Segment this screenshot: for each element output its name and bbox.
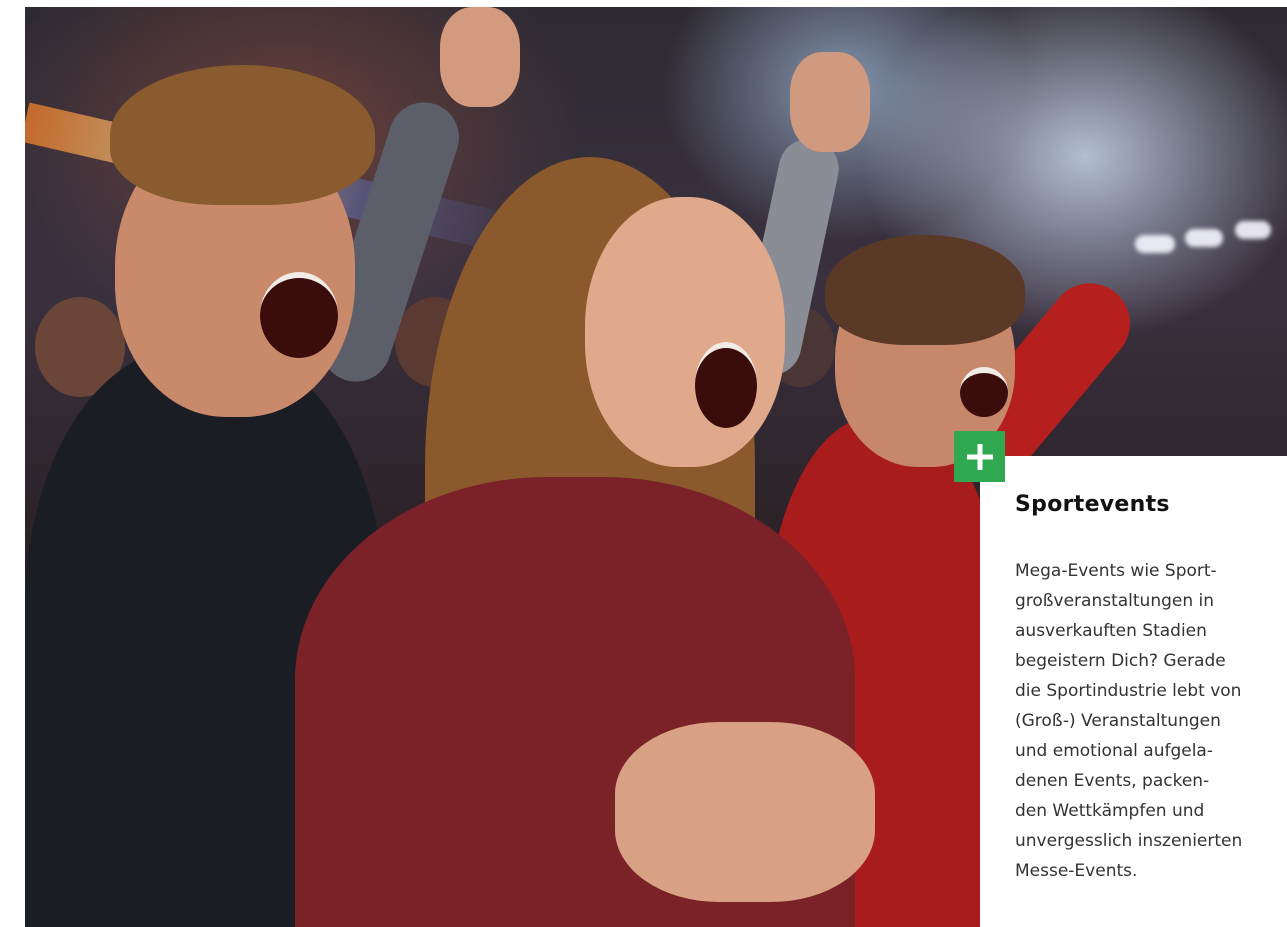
- card-title: Sportevents: [1015, 492, 1170, 517]
- description-line: großveranstaltungen in: [1015, 591, 1215, 611]
- stadium-light: [1135, 235, 1175, 253]
- expand-button[interactable]: [954, 431, 1005, 482]
- description-line: Messe-Events.: [1015, 861, 1138, 881]
- description-line: und emotional aufgela-: [1015, 741, 1213, 761]
- description-line: Mega-Events wie Sport-: [1015, 561, 1217, 581]
- stadium-light: [1235, 221, 1271, 239]
- description-line: den Wettkämpfen und: [1015, 801, 1205, 821]
- description-line: (Groß-) Veranstaltungen: [1015, 711, 1221, 731]
- stadium-light: [1185, 229, 1223, 247]
- plus-icon: [965, 442, 995, 472]
- description-line: begeistern Dich? Gerade: [1015, 651, 1226, 671]
- description-line: die Sportindustrie lebt von: [1015, 681, 1242, 701]
- card-description: Mega-Events wie Sport- großveranstaltung…: [1015, 556, 1285, 886]
- description-line: denen Events, packen-: [1015, 771, 1210, 791]
- description-line: ausverkauften Stadien: [1015, 621, 1207, 641]
- description-line: unvergesslich inszenierten: [1015, 831, 1243, 851]
